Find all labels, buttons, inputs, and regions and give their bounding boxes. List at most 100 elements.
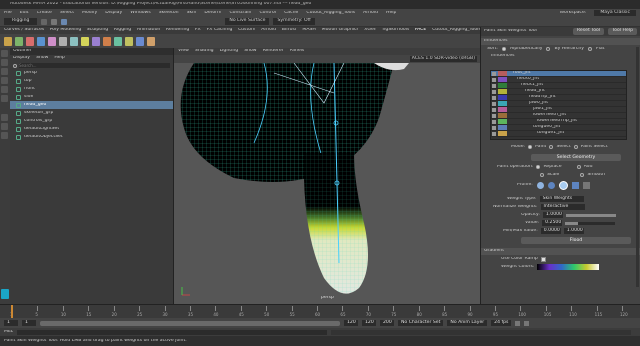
layout-single-icon[interactable] xyxy=(1,114,8,121)
lock-icon[interactable] xyxy=(492,83,496,88)
outliner-menu-help[interactable]: Help xyxy=(54,56,64,61)
color-space-field[interactable]: ACES 1.0 SDR-video (sRGB) xyxy=(409,55,477,63)
command-language-label[interactable]: MEL xyxy=(4,330,13,335)
mode-paint-radio[interactable] xyxy=(528,145,533,149)
tool-settings-scrollbar[interactable] xyxy=(636,47,639,287)
lock-icon[interactable] xyxy=(492,77,496,82)
anim-start-field[interactable]: 1 xyxy=(4,320,18,326)
fps-dropdown[interactable]: 24 fps xyxy=(491,320,512,326)
influence-color-swatch[interactable] xyxy=(498,71,507,76)
symmetry-field[interactable]: Symmetry: Off xyxy=(273,18,315,25)
shelf-tool-icon[interactable] xyxy=(147,36,155,46)
new-scene-icon[interactable] xyxy=(41,18,48,25)
shelf-tab-fx-caching[interactable]: FX Caching xyxy=(207,28,232,33)
menu-help[interactable]: Help xyxy=(386,11,396,16)
shelf-tool-icon[interactable] xyxy=(26,36,34,46)
viewport-persp[interactable]: View Shading Lighting Show Renderer Pane… xyxy=(174,48,480,304)
menu-modify[interactable]: Modify xyxy=(82,11,97,16)
live-surface-field[interactable]: No Live Surface xyxy=(225,18,270,25)
use-color-ramp-checkbox[interactable] xyxy=(540,256,546,262)
profile-gaussian-icon[interactable] xyxy=(536,181,544,189)
outliner-item[interactable]: defaultObjectSet xyxy=(10,133,173,141)
lock-icon[interactable] xyxy=(492,131,496,136)
profile-square-icon[interactable] xyxy=(571,181,579,189)
shelf-tab-sculpting[interactable]: Sculpting xyxy=(87,28,108,33)
scale-tool-icon[interactable] xyxy=(1,95,8,102)
command-input[interactable] xyxy=(17,329,328,335)
outliner-menu-display[interactable]: Display xyxy=(13,56,30,61)
shelf-tab-cutout-rigging[interactable]: Cutout_Rigging_Tools xyxy=(432,28,480,33)
shelf-tool-icon[interactable] xyxy=(103,36,111,46)
menu-file[interactable]: File xyxy=(4,11,12,16)
shelf-tab-fx[interactable]: FX xyxy=(195,28,201,33)
menu-cache[interactable]: Cache xyxy=(284,11,298,16)
influence-color-swatch[interactable] xyxy=(498,107,507,112)
range-slider[interactable] xyxy=(40,320,340,326)
paint-op-smooth-radio[interactable] xyxy=(580,173,585,177)
lock-icon[interactable] xyxy=(492,71,496,76)
shelf-tool-icon[interactable] xyxy=(92,36,100,46)
menu-cutout-rigging[interactable]: Cutout_Rigging_Tools xyxy=(306,11,355,16)
influences-section[interactable]: Influences xyxy=(481,38,640,45)
menu-windows[interactable]: Windows xyxy=(130,11,151,16)
time-slider[interactable]: 1510152025303540455055606570758085909510… xyxy=(0,304,640,318)
weight-color-ramp[interactable] xyxy=(537,264,600,270)
paint-select-tool-icon[interactable] xyxy=(1,68,8,75)
shelf-tab-motion-graphics[interactable]: Motion Graphics xyxy=(322,28,359,33)
weight-type-dropdown[interactable]: Skin Weights xyxy=(539,196,584,202)
menu-skeleton[interactable]: Skeleton xyxy=(159,11,179,16)
shelf-tab-curves[interactable]: Curves / Surfaces xyxy=(4,28,44,33)
paint-op-scale-radio[interactable] xyxy=(540,173,544,177)
shelf-tab-animation[interactable]: Animation xyxy=(137,28,160,33)
auto-key-icon[interactable] xyxy=(515,320,521,326)
range-start-field[interactable]: 1 xyxy=(22,320,36,326)
skin-weight-mesh[interactable] xyxy=(174,63,480,304)
sort-alpha-radio[interactable] xyxy=(501,47,506,51)
gradient-section[interactable]: Gradient xyxy=(481,248,640,255)
tool-help-button[interactable]: Tool Help xyxy=(608,28,637,35)
shelf-tool-icon[interactable] xyxy=(15,36,23,46)
min-field[interactable]: 0.0000 xyxy=(540,228,561,234)
playback-end-field[interactable]: 200 xyxy=(380,320,394,326)
influence-color-swatch[interactable] xyxy=(498,95,507,100)
opacity-field[interactable]: 1.0000 xyxy=(542,212,563,218)
menu-select[interactable]: Select xyxy=(60,11,74,16)
anim-layer-dropdown[interactable]: No Anim Layer xyxy=(447,320,488,326)
select-tool-icon[interactable] xyxy=(1,50,8,57)
menuset-dropdown[interactable]: Rigging xyxy=(4,18,38,25)
shelf-tab-xgen[interactable]: XGen xyxy=(364,28,376,33)
outliner-item[interactable]: defaultLightSet xyxy=(10,125,173,133)
paint-op-add-radio[interactable] xyxy=(576,165,581,169)
range-end-field[interactable]: 120 xyxy=(344,320,358,326)
outliner-item[interactable]: front xyxy=(10,85,173,93)
shelf-tab-rigging[interactable]: Rigging xyxy=(114,28,131,33)
reset-tool-button[interactable]: Reset Tool xyxy=(572,28,605,35)
shelf-tab-custom[interactable]: Custom xyxy=(238,28,255,33)
influence-color-swatch[interactable] xyxy=(498,83,507,88)
influence-color-swatch[interactable] xyxy=(498,89,507,94)
menu-display[interactable]: Display xyxy=(105,11,122,16)
influence-color-swatch[interactable] xyxy=(498,101,507,106)
influence-color-swatch[interactable] xyxy=(498,131,507,136)
mode-paint-select-radio[interactable] xyxy=(573,145,578,149)
shelf-tab-mash[interactable]: MASH xyxy=(302,28,315,33)
rotate-tool-icon[interactable] xyxy=(1,86,8,93)
select-geometry-button[interactable]: Select Geometry xyxy=(531,154,621,161)
value-field[interactable]: 0.2500 xyxy=(542,220,563,226)
profile-browse-icon[interactable] xyxy=(582,181,590,189)
current-time-indicator[interactable] xyxy=(11,305,13,318)
menu-constrain[interactable]: Constrain xyxy=(229,11,251,16)
shelf-tool-icon[interactable] xyxy=(81,36,89,46)
max-field[interactable]: 1.0000 xyxy=(563,228,584,234)
shelf-tool-icon[interactable] xyxy=(4,36,12,46)
preferences-icon[interactable] xyxy=(524,320,530,326)
profile-soft-icon[interactable] xyxy=(547,181,555,189)
influence-color-swatch[interactable] xyxy=(498,125,507,130)
outliner-menu-show[interactable]: Show xyxy=(36,56,48,61)
shelf-tool-icon[interactable] xyxy=(59,36,67,46)
outliner-item[interactable]: controls_grp xyxy=(10,117,173,125)
lock-icon[interactable] xyxy=(492,119,496,124)
influence-color-swatch[interactable] xyxy=(498,119,507,124)
shelf-tool-icon[interactable] xyxy=(114,36,122,46)
mode-select-radio[interactable] xyxy=(549,145,554,149)
